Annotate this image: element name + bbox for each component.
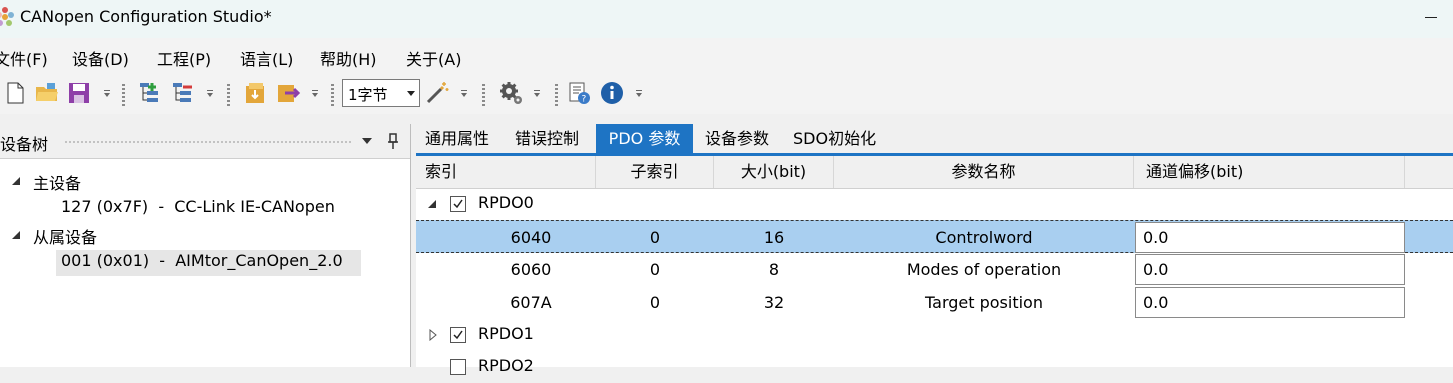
cell-size: 8	[768, 260, 780, 279]
svg-text:?: ?	[582, 95, 587, 105]
save-dropdown-arrow[interactable]	[103, 90, 110, 99]
byte-size-value: 1字节	[348, 86, 388, 104]
wand-dropdown-arrow[interactable]	[460, 90, 467, 99]
help-index-icon[interactable]: ?	[567, 80, 593, 106]
col-index[interactable]: 索引	[416, 156, 596, 188]
minimize-button[interactable]	[1417, 2, 1447, 28]
group-label: RPDO2	[478, 356, 534, 375]
tab-general[interactable]: 通用属性	[425, 124, 489, 154]
chevron-down-icon	[407, 91, 415, 96]
col-size[interactable]: 大小(bit)	[714, 156, 834, 188]
col-channel-offset[interactable]: 通道偏移(bit)	[1134, 156, 1405, 188]
tree-expanded-icon[interactable]	[427, 199, 437, 209]
toolbar: 1字节 ?	[0, 74, 1453, 114]
col-param-name[interactable]: 参数名称	[834, 156, 1134, 188]
tab-device-params[interactable]: 设备参数	[705, 124, 769, 154]
cell-index: 6040	[510, 228, 552, 247]
io-dropdown-arrow[interactable]	[311, 90, 318, 99]
settings-dropdown-arrow[interactable]	[533, 90, 540, 99]
cell-param-name: Target position	[925, 293, 1043, 312]
offset-input[interactable]: 0.0	[1135, 287, 1405, 318]
open-folder-icon[interactable]	[34, 80, 60, 106]
remove-node-icon[interactable]	[170, 80, 196, 106]
tree-group-master[interactable]: 主设备	[33, 170, 81, 194]
save-icon[interactable]	[66, 80, 92, 106]
toolbar-grip	[331, 84, 334, 106]
cell-subindex: 0	[649, 228, 661, 247]
toolbar-grip	[482, 84, 485, 106]
node-dropdown-arrow[interactable]	[206, 90, 213, 99]
menu-device[interactable]: 设备(D)	[72, 46, 129, 70]
cell-param-name: Controlword	[935, 228, 1033, 247]
tree-item-slave-device[interactable]: 001 (0x01) - AIMtor_CanOpen_2.0	[61, 251, 343, 270]
info-dropdown-arrow[interactable]	[635, 90, 642, 99]
pin-icon[interactable]	[386, 132, 400, 150]
group-row-rpdo0[interactable]: RPDO0	[416, 188, 1453, 220]
toolbar-grip	[555, 84, 558, 106]
group-label: RPDO0	[478, 193, 534, 212]
tab-error-control[interactable]: 错误控制	[515, 124, 579, 154]
magic-wand-icon[interactable]	[424, 80, 450, 106]
info-icon[interactable]	[599, 80, 625, 106]
tree-group-slave[interactable]: 从属设备	[33, 224, 97, 248]
cell-subindex: 0	[649, 260, 661, 279]
settings-gear-icon[interactable]	[498, 80, 524, 106]
tab-sdo-init[interactable]: SDO初始化	[793, 124, 876, 154]
tab-bar: 通用属性 错误控制 PDO 参数 设备参数 SDO初始化	[416, 124, 1453, 156]
check-icon	[453, 199, 463, 209]
offset-input[interactable]: 0.0	[1135, 222, 1405, 253]
group-row-rpdo2[interactable]: RPDO2	[416, 351, 1453, 383]
tree-expanded-icon[interactable]	[11, 176, 21, 186]
cell-index: 6060	[510, 260, 552, 279]
menu-about[interactable]: 关于(A)	[406, 46, 461, 70]
menu-language[interactable]: 语言(L)	[240, 46, 293, 70]
title-bar: CANopen Configuration Studio*	[0, 0, 1453, 38]
import-icon[interactable]	[243, 80, 269, 106]
group-row-rpdo1[interactable]: RPDO1	[416, 319, 1453, 351]
window-title: CANopen Configuration Studio*	[20, 7, 272, 26]
tab-pdo-params[interactable]: PDO 参数	[596, 124, 693, 154]
cell-size: 16	[763, 228, 785, 247]
menu-file[interactable]: 文件(F)	[0, 46, 48, 70]
cell-param-name: Modes of operation	[906, 260, 1062, 279]
tree-expanded-icon[interactable]	[11, 230, 21, 240]
menu-bar: 文件(F) 设备(D) 工程(P) 语言(L) 帮助(H) 关于(A)	[0, 38, 1453, 74]
offset-input[interactable]: 0.0	[1135, 254, 1405, 285]
cell-subindex: 0	[649, 293, 661, 312]
device-tree-panel: 设备树 主设备 127 (0x7F) - CC-Link IE-CANopen …	[0, 124, 411, 367]
cell-index: 607A	[510, 293, 552, 312]
new-file-icon[interactable]	[2, 80, 28, 106]
menu-project[interactable]: 工程(P)	[157, 46, 211, 70]
table-row[interactable]: 607A 0 32 Target position 0.0	[416, 286, 1453, 319]
toolbar-grip	[227, 84, 230, 106]
export-icon[interactable]	[275, 80, 301, 106]
add-node-icon[interactable]	[137, 80, 163, 106]
app-logo-icon	[0, 7, 14, 26]
check-icon	[453, 330, 463, 340]
tree-collapsed-icon[interactable]	[428, 329, 438, 341]
panel-drag-handle[interactable]	[64, 140, 352, 145]
grid-header: 索引 子索引 大小(bit) 参数名称 通道偏移(bit)	[416, 156, 1453, 189]
group-label: RPDO1	[478, 324, 534, 343]
cell-size: 32	[763, 293, 785, 312]
table-row[interactable]: 6040 0 16 Controlword 0.0	[416, 220, 1453, 253]
byte-size-select[interactable]: 1字节	[342, 79, 420, 107]
panel-menu-arrow-icon[interactable]	[362, 138, 372, 144]
device-tree-header: 设备树	[0, 124, 410, 159]
toolbar-grip	[122, 84, 125, 106]
rpdo0-checkbox[interactable]	[450, 196, 466, 212]
table-row[interactable]: 6060 0 8 Modes of operation 0.0	[416, 253, 1453, 286]
menu-help[interactable]: 帮助(H)	[320, 46, 377, 70]
tree-item-master-device[interactable]: 127 (0x7F) - CC-Link IE-CANopen	[61, 197, 335, 216]
rpdo1-checkbox[interactable]	[450, 327, 466, 343]
col-subindex[interactable]: 子索引	[596, 156, 714, 188]
device-tree-title: 设备树	[0, 135, 49, 154]
properties-panel: 通用属性 错误控制 PDO 参数 设备参数 SDO初始化 索引 子索引 大小(b…	[416, 124, 1453, 375]
rpdo2-checkbox[interactable]	[450, 359, 466, 375]
